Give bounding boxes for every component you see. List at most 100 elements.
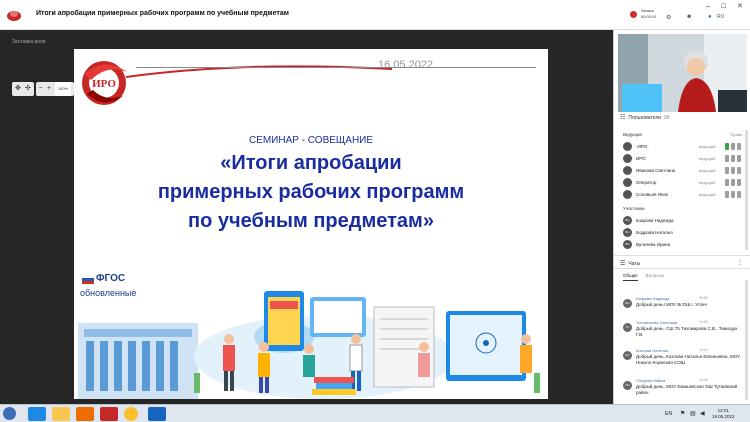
clock[interactable]: 12:01 19.05.2022	[712, 408, 735, 420]
start-button[interactable]	[3, 407, 16, 420]
top-bar: Итоги апробации примерных рабочих програ…	[0, 0, 750, 30]
folder-icon[interactable]	[52, 407, 70, 421]
message-author: Полуева Нейжа	[636, 378, 666, 383]
chat-header[interactable]: ☰ Чаты ⋮	[614, 255, 750, 269]
user-name: -ИРО-	[636, 144, 649, 149]
language-badge[interactable]: RU	[717, 14, 724, 20]
avatar: БН	[623, 228, 632, 237]
camera-icon[interactable]	[731, 191, 735, 198]
leader-row[interactable]: Соловьев Яков ведущий	[623, 190, 747, 200]
user-name: Бодрова Наталья	[636, 230, 673, 235]
mic-icon[interactable]	[725, 143, 729, 150]
word-icon[interactable]	[148, 407, 166, 421]
recording-label: Запись	[641, 8, 655, 13]
rights-label: Права	[730, 132, 742, 137]
camera-icon[interactable]	[731, 179, 735, 186]
zoom-level[interactable]: 100%	[54, 82, 72, 96]
minimize-icon[interactable]: –	[706, 2, 710, 11]
slide-title: «Итоги апробации примерных рабочих прогр…	[74, 149, 548, 236]
participants-label: Участники	[623, 206, 645, 211]
slide-subtitle: СЕМИНАР - СОВЕЩАНИЕ	[248, 135, 374, 146]
window-title: Итоги апробации примерных рабочих програ…	[36, 10, 289, 17]
participant-row[interactable]: БН Бодрова Наталья	[623, 228, 747, 238]
speaker-video[interactable]	[618, 34, 747, 112]
camera-icon[interactable]	[731, 143, 735, 150]
tab-questions[interactable]: Вопросы	[646, 273, 664, 281]
maximize-icon[interactable]: ☐	[721, 3, 726, 10]
leader-row[interactable]: -ИРО- ведущий	[623, 142, 747, 152]
webinar-app-icon[interactable]	[100, 407, 118, 421]
date-rule	[136, 67, 536, 68]
flag-icon[interactable]: ●	[708, 14, 712, 20]
screen-icon[interactable]	[737, 167, 741, 174]
screen-icon[interactable]	[737, 155, 741, 162]
screen-icon[interactable]	[737, 143, 741, 150]
camera-icon[interactable]	[731, 167, 735, 174]
users-count: 99	[664, 114, 670, 121]
participant-row[interactable]: ВИ Вульчева Ирина	[623, 240, 747, 250]
close-icon[interactable]: ✕	[737, 2, 743, 10]
chat-menu-icon[interactable]: ⋮	[737, 259, 743, 266]
user-name: Бзарова Надежда	[636, 218, 674, 223]
keyboard-language[interactable]: EN	[665, 411, 672, 417]
user-icon[interactable]: ☻	[686, 14, 692, 20]
network-icon[interactable]: ▤	[690, 410, 696, 417]
taskbar: EN ⚑ ▤ ◀ 12:01 19.05.2022	[0, 404, 750, 422]
message-author: Козлова Наталья	[636, 348, 668, 353]
screen-icon[interactable]	[737, 179, 741, 186]
user-controls	[725, 167, 745, 174]
avatar	[623, 166, 632, 175]
avatar: ПН	[623, 381, 632, 390]
ie-icon[interactable]	[28, 407, 46, 421]
user-name: Иванова Светлана	[636, 168, 676, 173]
users-icon: ☷	[620, 115, 626, 121]
chat-message: ПН Полуева Нейжа 10:05 Добрый день. МОУ …	[623, 378, 743, 404]
flag-icon	[82, 275, 94, 284]
leader-row[interactable]: ИРО ведущий	[623, 154, 747, 164]
mic-icon[interactable]	[725, 191, 729, 198]
fgos-subtitle: обновленные	[80, 288, 137, 298]
zoom-in-button[interactable]: +	[47, 82, 51, 96]
screen-icon[interactable]	[737, 191, 741, 198]
mic-icon[interactable]	[725, 179, 729, 186]
chrome-icon[interactable]	[124, 407, 138, 421]
recording-indicator[interactable]: Запись 00:00:01	[630, 8, 658, 22]
chat-scrollbar[interactable]	[745, 280, 748, 400]
participant-row[interactable]: БН Бзарова Надежда	[623, 216, 747, 226]
chat-title-wrap: ☰ Чаты	[620, 260, 640, 268]
message-time: 10:04	[699, 348, 708, 352]
user-name: ИРО	[636, 156, 646, 161]
mic-icon[interactable]	[725, 167, 729, 174]
chat-message: КН Козлова Наталья 10:04 Добрый день. Ко…	[623, 348, 743, 378]
camera-icon[interactable]	[731, 155, 735, 162]
record-dot-icon	[630, 11, 637, 18]
avatar: ТС	[623, 323, 632, 332]
leader-row[interactable]: Оператор ведущий	[623, 178, 747, 188]
avatar	[623, 190, 632, 199]
message-author: Бзарова Надежда	[636, 296, 670, 301]
volume-icon[interactable]: ◀	[700, 410, 705, 417]
flag-tray-icon[interactable]: ⚑	[680, 410, 685, 417]
users-scrollbar[interactable]	[745, 130, 748, 250]
gear-icon[interactable]: ⚙	[666, 14, 671, 21]
fgos-logo: ФГОС обновленные	[80, 271, 144, 303]
leader-row[interactable]: Иванова Светлана ведущий	[623, 166, 747, 176]
right-panel: ☷ Пользователи 99 Ведущие Права -ИРО- ве…	[613, 30, 750, 404]
users-header[interactable]: ☷ Пользователи 99	[620, 114, 670, 122]
iro-logo-text: ИРО	[92, 78, 116, 90]
fit-icon[interactable]: ✣	[25, 82, 31, 96]
user-controls	[725, 143, 745, 150]
chat-message: ТС Тихомирова Светлана 10:02 Добрый день…	[623, 320, 743, 346]
move-icon[interactable]: ✥	[15, 82, 21, 96]
fgos-title: ФГОС	[96, 273, 126, 284]
user-role: ведущий	[699, 168, 716, 173]
leaders-label: Ведущие	[623, 132, 642, 137]
tab-general[interactable]: Общие	[623, 273, 638, 281]
screen: Итоги апробации примерных рабочих програ…	[0, 0, 750, 422]
chat-tabs: Общие Вопросы	[623, 273, 664, 281]
message-time: 10:02	[699, 320, 708, 324]
zoom-out-button[interactable]: −	[39, 82, 43, 96]
mic-icon[interactable]	[725, 155, 729, 162]
avatar	[623, 142, 632, 151]
media-player-icon[interactable]	[76, 407, 94, 421]
